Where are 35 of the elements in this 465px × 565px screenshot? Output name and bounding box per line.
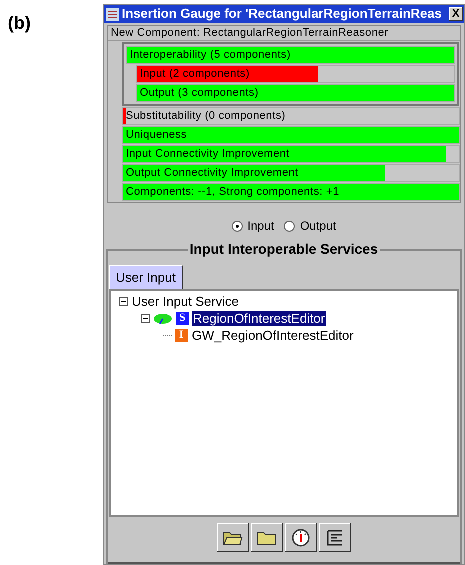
gauge-label: Output (3 components) [140,86,259,100]
toolbar-button[interactable] [217,523,249,552]
gauge-icon [153,312,173,324]
component-header: New Component: RectangularRegionTerrainReasoner [108,26,460,41]
gauge-label: Input (2 components) [140,67,250,81]
window-title: Insertion Gauge for 'RectangularRegionTerrainReas [122,5,443,23]
radio-option[interactable]: Input [232,217,274,235]
collapse-toggle[interactable] [119,297,128,306]
gauge-label: Output Connectivity Improvement [126,166,299,180]
toolbar-button[interactable] [319,523,351,552]
radio-icon[interactable] [284,220,296,232]
section-title: Input Interoperable Services [188,241,380,257]
list-icon [326,528,344,546]
radio-option[interactable]: Output [284,217,336,235]
interface-icon: I [175,329,188,342]
app-icon [105,6,120,22]
service-icon: S [176,312,189,325]
close-button[interactable]: X [449,7,463,21]
open-folder-icon [223,530,243,546]
collapse-toggle[interactable] [141,314,150,323]
gauge-label: Uniqueness [126,128,188,142]
figure-label: (b) [8,13,31,33]
tree-item[interactable]: User Input Service [131,294,240,309]
toolbar-button[interactable] [251,523,283,552]
tree-item[interactable]: GW_RegionOfInterestEditor [191,328,355,343]
gauge-icon [292,528,310,546]
gauge-label: Input Connectivity Improvement [126,147,290,161]
gauge-label: Components: --1, Strong components: +1 [126,185,340,199]
gauge-label: Substitutability (0 components) [126,109,286,123]
tree-item[interactable]: RegionOfInterestEditor [192,311,326,326]
toolbar-button[interactable] [285,523,317,552]
radio-icon[interactable] [232,220,243,232]
folder-icon [257,530,277,546]
gauge-label: Interoperability (5 components) [130,48,291,62]
tab[interactable]: User Input [109,265,183,289]
